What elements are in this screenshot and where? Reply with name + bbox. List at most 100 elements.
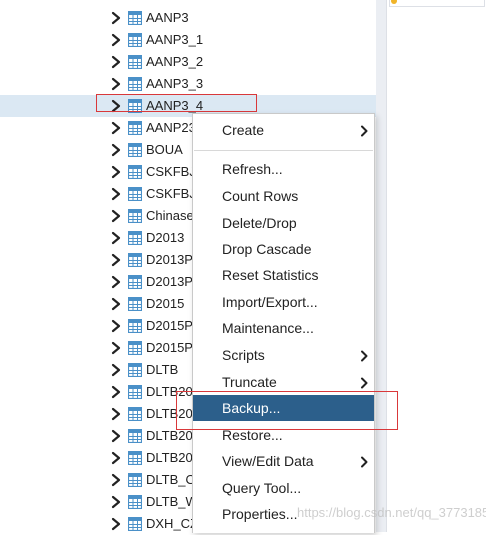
menu-item-label: Maintenance...: [222, 320, 314, 336]
table-icon: [127, 494, 143, 510]
table-icon: [127, 32, 143, 48]
tree-item-label: DXH_CZ: [146, 516, 199, 531]
chevron-right-icon[interactable]: [110, 407, 122, 421]
table-icon: [127, 54, 143, 70]
table-icon: [127, 318, 143, 334]
menu-item-view-edit-data[interactable]: View/Edit Data: [193, 448, 374, 474]
chevron-right-icon[interactable]: [110, 473, 122, 487]
selection-highlight-box: [96, 94, 257, 112]
menu-item-create[interactable]: Create: [193, 117, 374, 143]
submenu-arrow-icon: [360, 350, 368, 362]
tree-item-label: AANP3: [146, 10, 189, 25]
chevron-right-icon[interactable]: [110, 121, 122, 135]
tree-item[interactable]: AANP3_3: [0, 73, 376, 95]
chevron-right-icon[interactable]: [110, 33, 122, 47]
tree-item-label: CSKFBJ: [146, 186, 196, 201]
chevron-right-icon[interactable]: [110, 319, 122, 333]
tree-item[interactable]: AANP3_1: [0, 29, 376, 51]
tree-item-label: AANP3_1: [146, 32, 204, 47]
menu-item-label: Delete/Drop: [222, 215, 297, 231]
chevron-right-icon[interactable]: [110, 209, 122, 223]
tree-item-label: D2015: [146, 296, 185, 311]
right-panel-card: [389, 0, 485, 7]
menu-item-label: Query Tool...: [222, 480, 302, 496]
chevron-right-icon[interactable]: [110, 429, 122, 443]
tree-item-label: D2013: [146, 230, 185, 245]
menu-item-reset-statistics[interactable]: Reset Statistics: [193, 262, 374, 288]
tree-item-label: DLTB20: [146, 450, 193, 465]
menu-item-import-export[interactable]: Import/Export...: [193, 289, 374, 315]
submenu-arrow-icon: [360, 377, 368, 389]
tree-item-label: DLTB20: [146, 428, 193, 443]
tree-item[interactable]: AANP3_2: [0, 51, 376, 73]
tree-item-label: AANP3_3: [146, 76, 204, 91]
menu-item-refresh[interactable]: Refresh...: [193, 156, 374, 182]
menu-item-label: Drop Cascade: [222, 241, 312, 257]
table-icon: [127, 142, 143, 158]
menu-item-label: Properties...: [222, 506, 298, 522]
chevron-right-icon[interactable]: [110, 143, 122, 157]
tree-item-label: AANP23: [146, 120, 196, 135]
menu-item-label: Refresh...: [222, 161, 283, 177]
chevron-right-icon[interactable]: [110, 385, 122, 399]
menu-separator: [194, 150, 373, 151]
menu-item-label: Truncate: [222, 374, 277, 390]
table-icon: [127, 428, 143, 444]
table-icon: [127, 230, 143, 246]
tree-item[interactable]: AANP3: [0, 7, 376, 29]
table-icon: [127, 274, 143, 290]
table-icon: [127, 362, 143, 378]
submenu-arrow-icon: [360, 125, 368, 137]
panel-divider[interactable]: [376, 0, 386, 532]
chevron-right-icon[interactable]: [110, 297, 122, 311]
table-icon: [127, 296, 143, 312]
context-menu: Create Refresh... Count Rows Delete/Drop Dro…: [192, 113, 375, 533]
table-icon: [127, 208, 143, 224]
menu-item-label: Count Rows: [222, 188, 299, 204]
chevron-right-icon[interactable]: [110, 363, 122, 377]
submenu-arrow-icon: [360, 456, 368, 468]
table-icon: [127, 384, 143, 400]
chevron-right-icon[interactable]: [110, 187, 122, 201]
menu-item-count-rows[interactable]: Count Rows: [193, 183, 374, 209]
chevron-right-icon[interactable]: [110, 517, 122, 531]
chevron-right-icon[interactable]: [110, 495, 122, 509]
chevron-right-icon[interactable]: [110, 253, 122, 267]
tree-item-label: Chinase: [146, 208, 194, 223]
menu-item-label: Reset Statistics: [222, 267, 319, 283]
chevron-right-icon[interactable]: [110, 77, 122, 91]
chevron-right-icon[interactable]: [110, 341, 122, 355]
chevron-right-icon[interactable]: [110, 231, 122, 245]
chevron-right-icon[interactable]: [110, 165, 122, 179]
backup-highlight-box: [176, 391, 398, 430]
table-icon: [127, 340, 143, 356]
menu-item-delete-drop[interactable]: Delete/Drop: [193, 210, 374, 236]
chevron-right-icon[interactable]: [110, 451, 122, 465]
chevron-right-icon[interactable]: [110, 275, 122, 289]
table-icon: [127, 164, 143, 180]
menu-item-label: Import/Export...: [222, 294, 318, 310]
menu-item-scripts[interactable]: Scripts: [193, 342, 374, 368]
tree-item-label: D2013P: [146, 274, 193, 289]
tree-item-label: D2013P: [146, 252, 193, 267]
table-icon: [127, 516, 143, 532]
chevron-right-icon[interactable]: [110, 55, 122, 69]
table-icon: [127, 252, 143, 268]
menu-item-label: Create: [222, 122, 265, 138]
table-icon: [127, 120, 143, 136]
menu-item-drop-cascade[interactable]: Drop Cascade: [193, 236, 374, 262]
tree-item-label: D2015P: [146, 340, 193, 355]
table-icon: [127, 472, 143, 488]
tree-item-label: AANP3_2: [146, 54, 204, 69]
tree-item-label: CSKFBJ: [146, 164, 196, 179]
menu-item-label: Scripts: [222, 347, 265, 363]
table-icon: [127, 186, 143, 202]
menu-item-maintenance[interactable]: Maintenance...: [193, 315, 374, 341]
tree-item-label: DLTB_W: [146, 494, 198, 509]
menu-item-label: View/Edit Data: [222, 453, 314, 469]
table-icon: [127, 10, 143, 26]
chevron-right-icon[interactable]: [110, 11, 122, 25]
menu-item-query-tool[interactable]: Query Tool...: [193, 475, 374, 501]
watermark: https://blog.csdn.net/qq_37731856: [297, 505, 486, 520]
tree-item-label: BOUA: [146, 142, 183, 157]
